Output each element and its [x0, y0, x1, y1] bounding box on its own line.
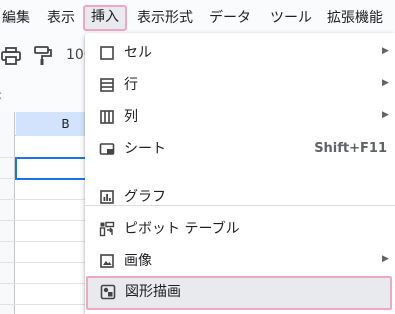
submenu-arrow-icon: ▶ [382, 46, 389, 56]
columns-icon [99, 109, 115, 125]
menu-item-image[interactable]: 画像 ▶ [85, 245, 395, 277]
submenu-arrow-icon: ▶ [382, 78, 389, 88]
square-icon [99, 45, 115, 61]
chart-icon [99, 189, 115, 205]
pivot-table-icon [99, 221, 115, 237]
menu-item-column[interactable]: 列 ▶ [85, 101, 395, 133]
menu-edit[interactable]: 編集 [2, 6, 30, 30]
submenu-arrow-icon: ▶ [382, 254, 389, 264]
menu-item-label: 列 [124, 109, 138, 125]
menu-item-chart[interactable]: グラフ [85, 181, 395, 213]
paint-format-icon[interactable] [32, 45, 54, 67]
menu-item-pivot-table[interactable]: ピボット テーブル [85, 213, 395, 245]
menu-item-label: 図形描画 [125, 284, 181, 300]
image-icon [99, 253, 115, 269]
menu-item-label: セル [124, 45, 152, 61]
sheet-icon [99, 141, 115, 157]
menu-format[interactable]: 表示形式 [137, 6, 193, 30]
menu-item-sheet[interactable]: シート Shift+F11 [85, 133, 395, 165]
formula-bar-edge: : [0, 88, 2, 102]
print-icon[interactable] [0, 45, 22, 67]
menu-item-drawing[interactable]: 図形描画 [86, 276, 392, 310]
submenu-arrow-icon: ▶ [382, 110, 389, 120]
menu-item-cell[interactable]: セル ▶ [85, 37, 395, 69]
menu-data[interactable]: データ [209, 6, 251, 30]
menu-bar: 編集 表示 挿入 表示形式 データ ツール 拡張機能 [0, 0, 395, 36]
menu-view[interactable]: 表示 [47, 6, 75, 30]
keyboard-shortcut: Shift+F11 [314, 141, 387, 156]
drawing-icon [100, 284, 116, 300]
menu-item-label: シート [124, 141, 166, 157]
menu-item-label: 行 [124, 77, 138, 93]
menu-extensions[interactable]: 拡張機能 [327, 6, 383, 30]
menu-insert[interactable]: 挿入 [83, 5, 127, 31]
rows-icon [99, 77, 115, 93]
menu-tools[interactable]: ツール [270, 6, 312, 30]
insert-menu-dropdown: セル ▶ 行 ▶ 列 ▶ シート Shift+F11 グラフ ピボット テーブル… [85, 33, 395, 314]
menu-item-label: ピボット テーブル [124, 221, 240, 237]
menu-item-label: 画像 [124, 253, 152, 269]
menu-item-label: グラフ [124, 189, 166, 205]
menu-item-row[interactable]: 行 ▶ [85, 69, 395, 101]
